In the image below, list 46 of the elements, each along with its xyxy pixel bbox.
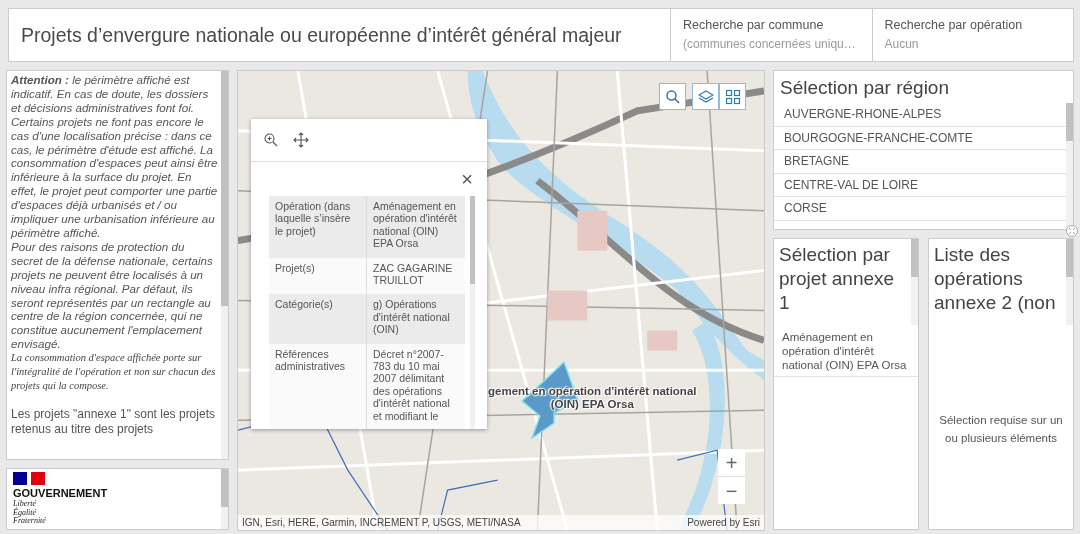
field-value: Décret n°2007-783 du 10 mai 2007 délimitant des opérations d'intérêt national et modifiant le [372, 346, 451, 424]
flag-icon [13, 472, 45, 486]
scrollbar-thumb[interactable] [1066, 239, 1073, 277]
zoom-in-button[interactable]: + [718, 449, 745, 476]
logo-wordmark: GOUVERNEMENT [13, 487, 109, 500]
field-label: Opération (dans laquelle s’insère le projet) [269, 196, 367, 258]
field-label: Catégorie(s) [269, 294, 367, 344]
scrollbar-thumb[interactable] [221, 71, 228, 306]
motto-text: Égalité [13, 508, 37, 518]
move-icon[interactable] [293, 132, 309, 148]
grid-button[interactable] [719, 83, 746, 110]
panel-title: Liste des opérations annexe 2 (non [933, 243, 1057, 315]
project-item[interactable]: Aménagement en opération d'intérêt national (OIN) EPA Orsa [774, 325, 918, 377]
region-item[interactable]: CORSE [774, 197, 1066, 221]
region-item[interactable]: BRETAGNE [774, 150, 1066, 174]
field-label: Références administratives [269, 343, 367, 429]
notice-paragraph: Pour des raisons de protection du secret de la défense nationale, certains projets ne peuvent être localisés à un niveau infra régional. Par défaut, ils seront représentés par un rectangle au centre de la région concernée, qui ne constitue aucunement l'emplacement envisagé. [11, 239, 214, 352]
grid-icon [724, 88, 741, 105]
region-item[interactable]: CENTRE-VAL DE LOIRE [774, 173, 1066, 197]
scrollbar-thumb[interactable] [470, 196, 475, 284]
powered-by-text: Powered by Esri [687, 516, 760, 530]
expand-icon[interactable] [1066, 225, 1078, 237]
layers-button[interactable] [692, 83, 719, 110]
field-value: ZAC GAGARINE TRUILLOT [372, 260, 454, 289]
notice-paragraph: La consommation d'espace affichée porte sur l'intégralité de l'opération et non sur chacun des projets qui la compose. [11, 351, 217, 394]
notice-paragraph: Les projets "annexe 1" sont les projets retenus au titre des projets [11, 407, 216, 438]
region-item[interactable]: AUVERGNE-RHONE-ALPES [774, 103, 1066, 127]
notice-paragraph: Attention : le périmètre affiché est indicatif. En cas de doute, les dossiers et décisions administratives font foi. Certains projets ne font pas encore le cas d'une localisation précise : dans ce cas, le périmètre d'étude est affiché. La consommation d'espaces peut ainsi être inférieure à la surface du projet. En effet, le projet peut comporter une partie d'espaces déjà urbanisés et / ou impliquer une urbanisation inférieure au périmètre affiché. [11, 73, 219, 240]
close-button[interactable]: × [459, 169, 475, 189]
field-value: g) Opérations d'intérêt national (OIN) [372, 297, 451, 338]
scrollbar-thumb[interactable] [221, 469, 228, 508]
empty-message: Sélection requise sur un ou plusieurs éléments [938, 413, 1064, 446]
panel-title: Sélection par région [779, 76, 950, 100]
panel-title: Sélection par projet annexe 1 [778, 243, 896, 315]
motto-text: Fraternité [13, 517, 47, 526]
region-item[interactable]: BOURGOGNE-FRANCHE-COMTE [774, 126, 1066, 150]
layers-icon [697, 88, 714, 105]
zoom-to-icon[interactable] [263, 132, 279, 148]
search-button[interactable] [659, 83, 686, 110]
scrollbar-thumb[interactable] [1066, 103, 1073, 141]
scrollbar-thumb[interactable] [911, 239, 918, 277]
field-value: Aménagement en opération d'intérêt national (OIN) EPA Orsa [372, 199, 458, 252]
attribution-text: IGN, Esri, HERE, Garmin, INCREMENT P, USGS, METI/NASA [242, 516, 521, 530]
search-icon [664, 88, 681, 105]
zoom-out-button[interactable]: − [718, 477, 745, 504]
motto-text: Liberté [13, 500, 38, 509]
